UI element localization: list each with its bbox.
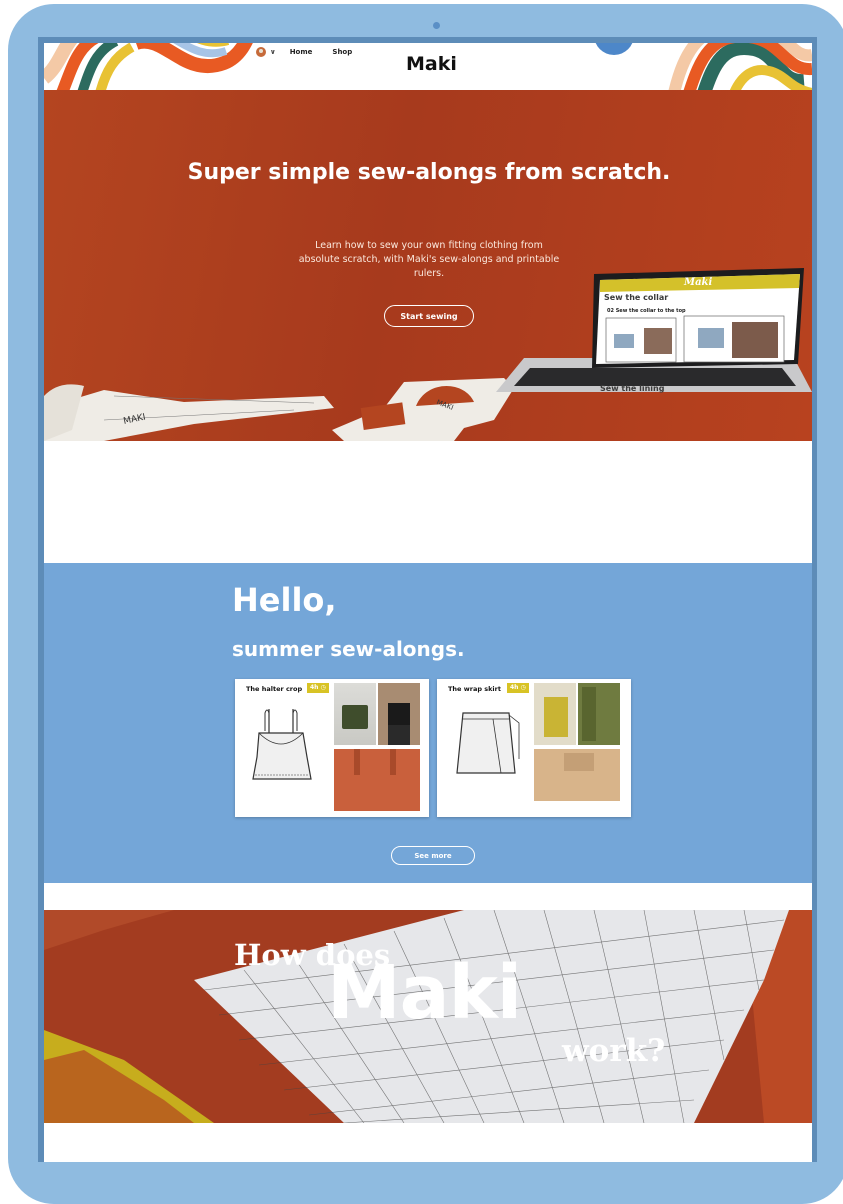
halter-crop-card[interactable]: The halter crop 4h ◷ [235,679,429,817]
summer-sew-alongs-section: Hello, summer sew-alongs. The halter cro… [44,563,812,883]
language-globe-icon[interactable] [256,47,266,57]
halter-crop-sketch [252,709,312,780]
olive-skirt-photo [578,683,620,745]
nav-shop-link[interactable]: Shop [332,48,352,56]
tan-skirt-photo [534,749,620,801]
rainbow-swirl-left-decoration [44,43,253,90]
card-title: The halter crop [246,685,303,693]
laptop-brand-text: Maki [684,277,713,288]
chevron-down-icon[interactable]: ∨ [270,48,276,56]
summer-heading: summer sew-alongs. [232,637,465,661]
how-does-maki-work-section: How does Maki work? [44,910,812,1123]
hero-section: MAKI MAKI Maki Sew the collar 02 Sew the… [44,90,812,441]
laptop-heading-lining: Sew the lining [600,384,665,393]
hero-subtitle: Learn how to sew your own fitting clothi… [298,240,560,279]
wrap-skirt-sketch [456,712,520,774]
black-top-photo [378,683,420,745]
web-page: ∨ Home Shop Maki MAKI MAKI Maki Sew the … [44,43,812,1162]
duration-text: 4h [510,684,519,691]
see-more-button[interactable]: See more [391,846,475,865]
laptop-step-text: 02 Sew the collar to the top [607,308,686,314]
rainbow-swirl-right-decoration [595,43,812,90]
site-header: ∨ Home Shop Maki [44,43,812,90]
start-sewing-button[interactable]: Start sewing [384,305,474,327]
duration-text: 4h [310,684,319,691]
site-logo[interactable]: Maki [406,53,457,75]
card-title: The wrap skirt [448,685,501,693]
laptop-heading-collar: Sew the collar [604,293,669,302]
green-top-photo [334,683,376,745]
work-text: work? [562,1033,666,1069]
wrap-skirt-card[interactable]: The wrap skirt 4h ◷ [437,679,631,817]
yellow-skirt-photo [534,683,576,745]
clock-icon: ◷ [520,684,526,691]
camera-dot [433,22,440,29]
clock-icon: ◷ [320,684,326,691]
red-top-photo [334,749,420,811]
maki-big-text: Maki [327,950,522,1036]
hello-heading: Hello, [232,581,337,619]
nav-home-link[interactable]: Home [290,48,313,56]
duration-badge: 4h ◷ [507,683,529,693]
hero-title: Super simple sew-alongs from scratch. [187,160,671,185]
duration-badge: 4h ◷ [307,683,329,693]
white-spacer [44,441,812,563]
main-nav: ∨ Home Shop [256,47,352,57]
